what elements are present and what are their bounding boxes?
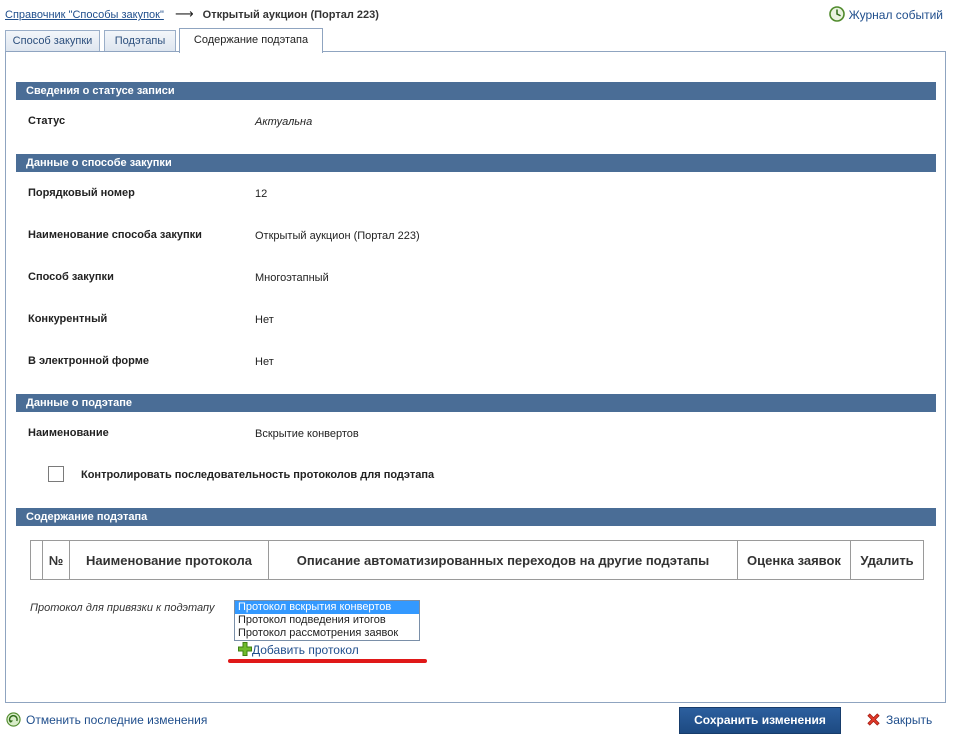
field-label-method-type: Способ закупки — [28, 271, 114, 283]
field-value-method-name: Открытый аукцион (Портал 223) — [255, 230, 420, 242]
protocol-listbox[interactable]: Протокол вскрытия конвертов Протокол под… — [234, 600, 420, 641]
field-value-substage-name: Вскрытие конвертов — [255, 428, 359, 440]
breadcrumb-current: Открытый аукцион (Портал 223) — [202, 9, 379, 21]
breadcrumb-arrow: ⟶ — [174, 6, 194, 21]
section-substage-header: Данные о подэтапе — [16, 394, 936, 412]
field-value-electronic: Нет — [255, 356, 274, 368]
section-method-header: Данные о способе закупки — [16, 154, 936, 172]
highlight-underline — [228, 659, 427, 663]
field-label-electronic: В электронной форме — [28, 355, 149, 367]
add-protocol-label: Добавить протокол — [252, 643, 359, 657]
clock-icon — [828, 6, 845, 25]
table-header-spacer — [30, 540, 43, 580]
plus-icon — [238, 642, 252, 659]
protocol-option-review[interactable]: Протокол рассмотрения заявок — [235, 627, 419, 640]
breadcrumb-parent-link[interactable]: Справочник "Способы закупок" — [5, 9, 164, 21]
undo-changes-link[interactable]: Отменить последние изменения — [6, 712, 207, 730]
add-protocol-link[interactable]: Добавить протокол — [238, 642, 359, 659]
control-sequence-label: Контролировать последовательность проток… — [81, 469, 435, 481]
field-label-method-name: Наименование способа закупки — [28, 229, 202, 241]
breadcrumb: Справочник "Способы закупок" ⟶ Открытый … — [5, 6, 379, 22]
control-sequence-checkbox[interactable] — [48, 466, 64, 482]
field-value-competitive: Нет — [255, 314, 274, 326]
tab-procurement-method[interactable]: Способ закупки — [5, 30, 100, 52]
close-link[interactable]: Закрыть — [866, 712, 932, 730]
field-value-order-number: 12 — [255, 188, 268, 200]
protocol-option-opening[interactable]: Протокол вскрытия конвертов — [235, 601, 419, 614]
section-status-header: Сведения о статусе записи — [16, 82, 936, 100]
save-changes-button[interactable]: Сохранить изменения — [679, 707, 841, 734]
undo-arrow-icon — [6, 712, 21, 730]
undo-changes-label: Отменить последние изменения — [26, 713, 208, 727]
journal-link[interactable]: Журнал событий — [828, 6, 943, 25]
table-header-transitions: Описание автоматизированных переходов на… — [268, 540, 738, 580]
close-x-icon — [866, 712, 881, 730]
table-header-delete: Удалить — [850, 540, 924, 580]
field-label-order-number: Порядковый номер — [28, 187, 135, 199]
protocol-option-summary[interactable]: Протокол подведения итогов — [235, 614, 419, 627]
protocol-table-header-row: № Наименование протокола Описание автома… — [30, 540, 924, 580]
field-value-method-type: Многоэтапный — [255, 272, 329, 284]
table-header-evaluation: Оценка заявок — [737, 540, 851, 580]
field-label-status: Статус — [28, 115, 66, 127]
main-panel: Сведения о статусе записи Статус Актуаль… — [5, 51, 946, 703]
protocol-bind-label: Протокол для привязки к подэтапу — [30, 602, 215, 614]
field-label-substage-name: Наименование — [28, 427, 109, 439]
tab-substages[interactable]: Подэтапы — [104, 30, 176, 52]
protocol-table: № Наименование протокола Описание автома… — [30, 540, 924, 580]
close-label: Закрыть — [886, 713, 933, 727]
table-header-protocol-name: Наименование протокола — [69, 540, 269, 580]
tab-substage-content[interactable]: Содержание подэтапа — [179, 28, 323, 53]
table-header-number: № — [42, 540, 70, 580]
section-content-header: Содержание подэтапа — [16, 508, 936, 526]
field-value-status: Актуальна — [255, 116, 313, 128]
field-label-competitive: Конкурентный — [28, 313, 108, 325]
journal-label: Журнал событий — [848, 8, 943, 22]
